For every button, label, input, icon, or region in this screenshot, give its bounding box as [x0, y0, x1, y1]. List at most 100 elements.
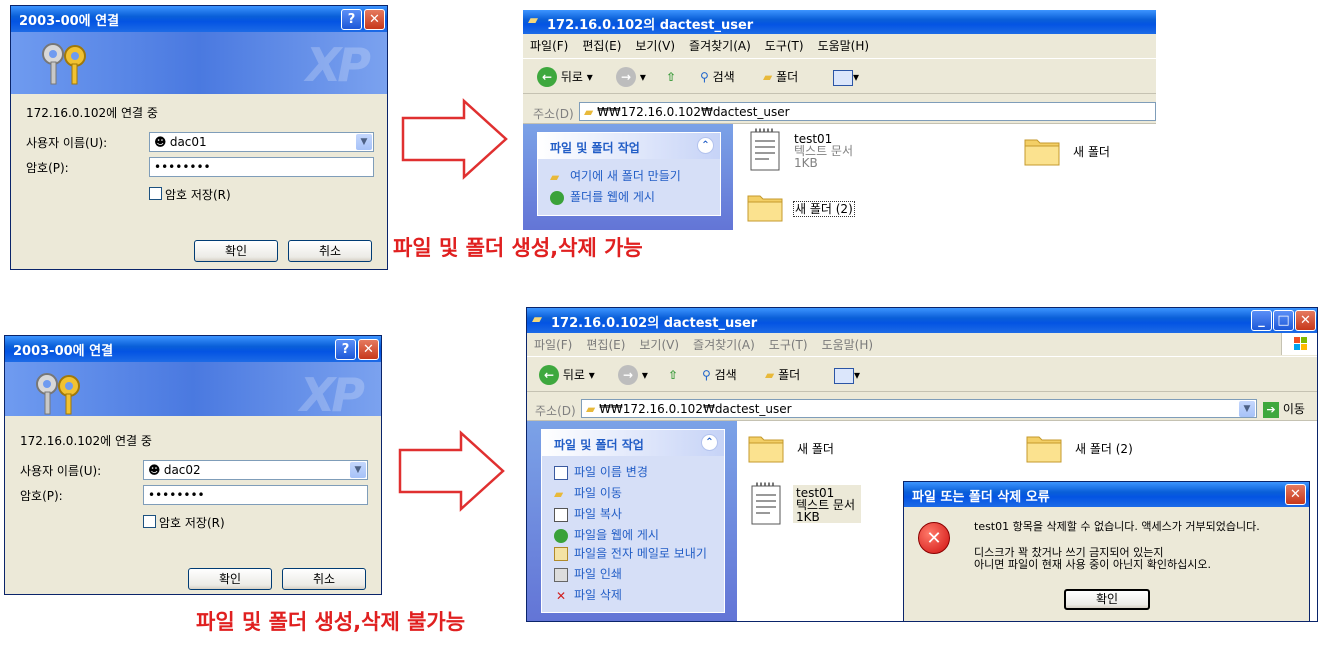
forward-arrow-icon: → — [618, 365, 638, 385]
menu-edit[interactable]: 편집(E) — [575, 34, 628, 57]
task-label: 폴더를 웹에 게시 — [570, 190, 655, 204]
folder-icon[interactable] — [1024, 134, 1060, 166]
task-pane: 파일 및 폴더 작업 ⌃ ▰ 여기에 새 폴더 만들기 폴더를 웹에 게시 — [523, 124, 733, 230]
menu-file[interactable]: 파일(F) — [523, 34, 575, 57]
username-label: 사용자 이름(U): — [26, 136, 108, 150]
search-label: 검색 — [712, 70, 735, 84]
folder-icon[interactable] — [747, 190, 783, 222]
up-folder-button[interactable]: ⇧ — [668, 364, 678, 386]
menu-tools[interactable]: 도구(T) — [758, 34, 811, 57]
folders-button[interactable]: ▰ 폴더 — [765, 364, 800, 386]
maximize-button[interactable]: □ — [1273, 310, 1294, 331]
error-message-line1: test01 항목을 삭제할 수 없습니다. 액세스가 거부되었습니다. — [974, 520, 1260, 533]
collapse-icon[interactable]: ⌃ — [701, 434, 718, 451]
search-button[interactable]: ⚲ 검색 — [702, 364, 737, 386]
help-button[interactable]: ? — [335, 339, 356, 360]
help-button[interactable]: ? — [341, 9, 362, 30]
folders-label: 폴더 — [776, 70, 799, 84]
error-message-line3: 아니면 파일이 현재 사용 중이 아닌지 확인하십시오. — [974, 558, 1211, 571]
search-button[interactable]: ⚲ 검색 — [700, 66, 735, 88]
folders-label: 폴더 — [778, 368, 801, 382]
task-print[interactable]: 파일 인쇄 — [542, 563, 724, 584]
password-field[interactable]: •••••••• — [143, 485, 368, 505]
folder-name[interactable]: 새 폴더 — [1073, 146, 1110, 158]
new-folder-icon: ▰ — [550, 169, 560, 184]
chevron-down-icon[interactable]: ▼ — [350, 462, 366, 478]
folders-button[interactable]: ▰ 폴더 — [763, 66, 798, 88]
go-label: 이동 — [1282, 402, 1305, 416]
menu-help[interactable]: 도움말(H) — [815, 333, 881, 356]
error-ok-button[interactable]: 확인 — [1064, 589, 1150, 610]
menu-help[interactable]: 도움말(H) — [811, 34, 877, 57]
user-icon: ☻ — [154, 135, 167, 149]
ok-button[interactable]: 확인 — [188, 568, 272, 590]
toolbar: ← 뒤로 ▾ → ▾ ⇧ ⚲ 검색 ▰ 폴더 ▾ — [527, 356, 1317, 392]
address-input[interactable]: ▰ ₩₩172.16.0.102₩dactest_user ▼ — [581, 399, 1257, 418]
save-password-checkbox[interactable] — [149, 187, 162, 200]
task-email[interactable]: 파일을 전자 메일로 보내기 — [542, 545, 712, 563]
menu-bar: 파일(F) 편집(E) 보기(V) 즐겨찾기(A) 도구(T) 도움말(H) — [523, 34, 1156, 56]
chevron-down-icon[interactable]: ▼ — [356, 134, 372, 150]
login-banner: XP — [5, 362, 381, 416]
task-label: 파일 복사 — [574, 507, 622, 521]
up-folder-button[interactable]: ⇧ — [666, 66, 676, 88]
menu-favorites[interactable]: 즐겨찾기(A) — [682, 34, 758, 57]
printer-icon — [554, 567, 568, 582]
file-size: 1KB — [796, 510, 820, 524]
back-button[interactable]: ← 뒤로 ▾ — [539, 364, 595, 386]
task-panel-title: 파일 및 폴더 작업 — [550, 141, 640, 155]
views-button[interactable]: ▾ — [833, 66, 859, 88]
minimize-button[interactable]: _ — [1251, 310, 1272, 331]
menu-file[interactable]: 파일(F) — [527, 333, 579, 356]
close-button[interactable]: ✕ — [364, 9, 385, 30]
views-icon — [833, 69, 853, 86]
task-panel-header[interactable]: 파일 및 폴더 작업 ⌃ — [542, 430, 724, 456]
menu-view[interactable]: 보기(V) — [628, 34, 682, 57]
folder-icon[interactable] — [1026, 431, 1062, 463]
menu-edit[interactable]: 편집(E) — [579, 333, 632, 356]
globe-icon — [550, 190, 564, 205]
task-delete[interactable]: ✕ 파일 삭제 — [542, 584, 724, 605]
ok-button[interactable]: 확인 — [194, 240, 278, 262]
go-button[interactable]: ➔ 이동 — [1263, 400, 1305, 418]
back-button[interactable]: ← 뒤로 ▾ — [537, 66, 593, 88]
task-move[interactable]: ▰ 파일 이동 — [542, 482, 724, 503]
menu-favorites[interactable]: 즐겨찾기(A) — [686, 333, 762, 356]
views-button[interactable]: ▾ — [834, 364, 860, 386]
forward-button[interactable]: → ▾ — [618, 364, 648, 386]
cancel-button[interactable]: 취소 — [288, 240, 372, 262]
task-new-folder[interactable]: ▰ 여기에 새 폴더 만들기 — [538, 165, 720, 186]
forward-button[interactable]: → ▾ — [616, 66, 646, 88]
move-icon: ▰ — [554, 486, 564, 501]
cancel-button[interactable]: 취소 — [282, 568, 366, 590]
save-password-checkbox[interactable] — [143, 515, 156, 528]
task-rename[interactable]: 파일 이름 변경 — [542, 461, 724, 482]
task-panel-header[interactable]: 파일 및 폴더 작업 ⌃ — [538, 133, 720, 159]
username-combo[interactable]: ☻ dac02 ▼ — [143, 460, 368, 480]
password-field[interactable]: •••••••• — [149, 157, 374, 177]
close-button[interactable]: ✕ — [358, 339, 379, 360]
up-folder-icon: ⇧ — [666, 70, 677, 84]
text-document-icon[interactable] — [749, 128, 781, 172]
address-input[interactable]: ▰ ₩₩172.16.0.102₩dactest_user — [579, 102, 1156, 121]
folder-icon[interactable] — [748, 431, 784, 463]
username-combo[interactable]: ☻ dac01 ▼ — [149, 132, 374, 152]
task-label: 파일 이동 — [574, 486, 622, 500]
up-folder-icon: ⇧ — [668, 368, 679, 382]
chevron-down-icon[interactable]: ▼ — [1239, 401, 1255, 417]
close-button[interactable]: ✕ — [1285, 484, 1306, 505]
task-pane: 파일 및 폴더 작업 ⌃ 파일 이름 변경 ▰ 파일 이동 파일 복사 파일을 웹에… — [527, 421, 737, 621]
folder-name[interactable]: 새 폴더 (2) — [1075, 443, 1133, 455]
save-password-label: 암호 저장(R) — [165, 188, 231, 202]
close-button[interactable]: ✕ — [1295, 310, 1316, 331]
task-publish-web[interactable]: 폴더를 웹에 게시 — [538, 186, 720, 207]
menu-tools[interactable]: 도구(T) — [762, 333, 815, 356]
folder-name-rename[interactable]: 새 폴더 (2) — [793, 201, 855, 217]
collapse-icon[interactable]: ⌃ — [697, 137, 714, 154]
menu-view[interactable]: 보기(V) — [632, 333, 686, 356]
task-publish-web[interactable]: 파일을 웹에 게시 — [542, 524, 724, 545]
task-copy[interactable]: 파일 복사 — [542, 503, 724, 524]
arrow-right-icon — [401, 98, 508, 180]
folder-name[interactable]: 새 폴더 — [797, 443, 834, 455]
text-document-icon[interactable] — [750, 482, 782, 526]
